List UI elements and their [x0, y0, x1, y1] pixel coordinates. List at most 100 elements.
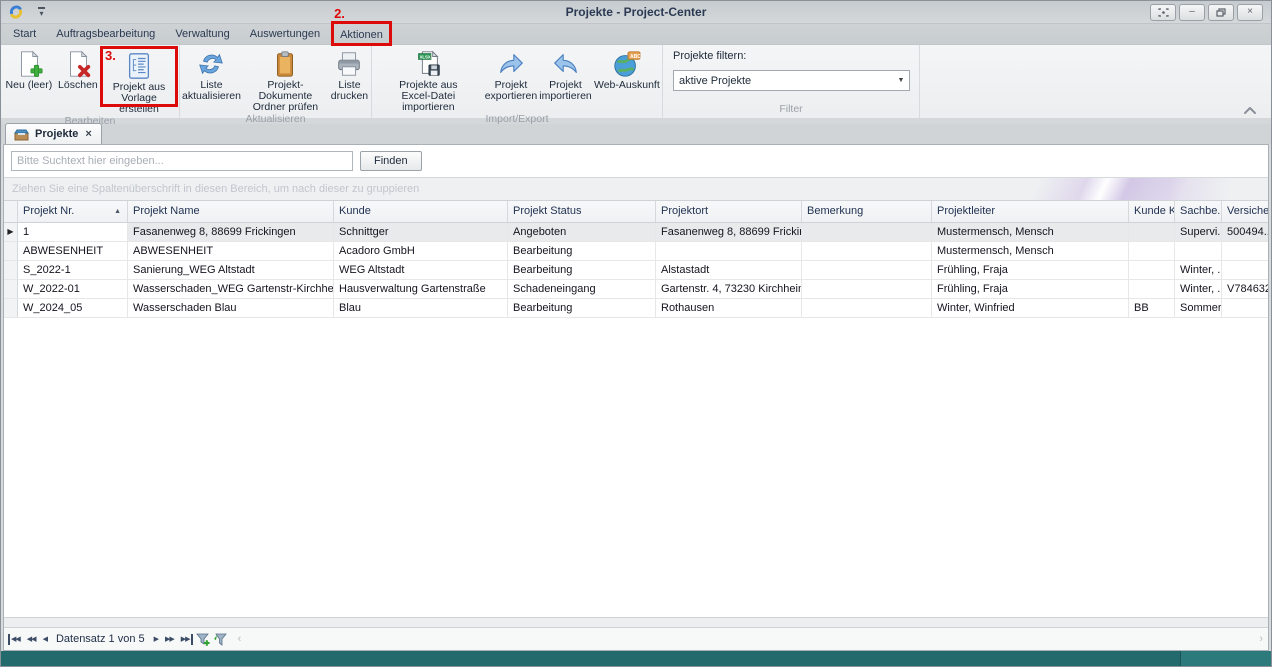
- table-row[interactable]: W_2022-01 Wasserschaden_WEG Gartenstr-Ki…: [4, 280, 1268, 299]
- cell[interactable]: S_2022-1: [18, 261, 128, 279]
- tab-verwaltung[interactable]: Verwaltung: [173, 26, 231, 42]
- nav-next-page-button[interactable]: ▶▶: [163, 634, 176, 645]
- cell[interactable]: Hausverwaltung Gartenstraße: [334, 280, 508, 298]
- table-row[interactable]: ▶ 1 Fasanenweg 8, 88699 Frickingen Schni…: [4, 223, 1268, 242]
- cell[interactable]: [802, 242, 932, 260]
- cell[interactable]: Wasserschaden Blau: [128, 299, 334, 317]
- cell[interactable]: Gartenstr. 4, 73230 Kirchheim: [656, 280, 802, 298]
- filter-add-icon[interactable]: [196, 633, 210, 647]
- filter-dropdown[interactable]: aktive Projekte ▼: [673, 70, 910, 91]
- cell[interactable]: [1129, 242, 1175, 260]
- cell[interactable]: Winter, ...: [1175, 261, 1222, 279]
- column-header-projektort[interactable]: Projektort: [656, 201, 802, 222]
- cell[interactable]: Winter, Winfried: [932, 299, 1129, 317]
- cell[interactable]: [656, 242, 802, 260]
- cell[interactable]: [1129, 261, 1175, 279]
- cell[interactable]: [1222, 299, 1268, 317]
- nav-next-button[interactable]: ▶: [152, 634, 160, 645]
- cell[interactable]: Rothausen: [656, 299, 802, 317]
- cell[interactable]: [1129, 223, 1175, 241]
- column-header-kunde-k[interactable]: Kunde K...: [1129, 201, 1175, 222]
- projekt-dokumente-pruefen-button[interactable]: Projekt-Dokumente Ordner prüfen: [243, 48, 328, 113]
- cell[interactable]: Acadoro GmbH: [334, 242, 508, 260]
- style-selector-button[interactable]: [1150, 4, 1176, 21]
- column-header-sachbe[interactable]: Sachbe...: [1175, 201, 1222, 222]
- cell[interactable]: Supervi...: [1175, 223, 1222, 241]
- cell[interactable]: [1222, 261, 1268, 279]
- close-button[interactable]: ×: [1237, 4, 1263, 21]
- application-window: ▾ Projekte - Project-Center – ×: [0, 0, 1272, 667]
- neu-leer-button[interactable]: Neu (leer): [3, 48, 55, 91]
- liste-aktualisieren-button[interactable]: Liste aktualisieren: [182, 48, 241, 102]
- cell[interactable]: Mustermensch, Mensch: [932, 223, 1129, 241]
- restore-button[interactable]: [1208, 4, 1234, 21]
- cell[interactable]: Bearbeitung: [508, 242, 656, 260]
- column-header-versiche[interactable]: Versiche...: [1222, 201, 1268, 222]
- table-row[interactable]: ABWESENHEIT ABWESENHEIT Acadoro GmbH Bea…: [4, 242, 1268, 261]
- nav-prev-button[interactable]: ◀: [41, 634, 49, 645]
- cell[interactable]: V784632: [1222, 280, 1268, 298]
- cell[interactable]: [1129, 280, 1175, 298]
- cell[interactable]: Fasanenweg 8, 88699 Frickingen: [128, 223, 334, 241]
- cell[interactable]: Bearbeitung: [508, 299, 656, 317]
- cell[interactable]: [1222, 242, 1268, 260]
- cell[interactable]: Schnittger: [334, 223, 508, 241]
- cell[interactable]: Bearbeitung: [508, 261, 656, 279]
- cell[interactable]: Sommer...: [1175, 299, 1222, 317]
- cell[interactable]: Wasserschaden_WEG Gartenstr-Kirchheim: [128, 280, 334, 298]
- cell[interactable]: 500494...: [1222, 223, 1268, 241]
- cell[interactable]: [1175, 242, 1222, 260]
- cell[interactable]: ABWESENHEIT: [128, 242, 334, 260]
- excel-import-button[interactable]: XLSX Projekte aus Excel-Datei importiere…: [374, 48, 483, 113]
- cell[interactable]: Frühling, Fraja: [932, 261, 1129, 279]
- cell[interactable]: Frühling, Fraja: [932, 280, 1129, 298]
- tab-auftragsbearbeitung[interactable]: Auftragsbearbeitung: [54, 26, 157, 42]
- column-header-bemerkung[interactable]: Bemerkung: [802, 201, 932, 222]
- cell[interactable]: [802, 280, 932, 298]
- minimize-button[interactable]: –: [1179, 4, 1205, 21]
- column-header-kunde[interactable]: Kunde: [334, 201, 508, 222]
- column-header-projekt-status[interactable]: Projekt Status: [508, 201, 656, 222]
- cell[interactable]: W_2022-01: [18, 280, 128, 298]
- cell[interactable]: [802, 223, 932, 241]
- cell[interactable]: Winter, ...: [1175, 280, 1222, 298]
- projekt-importieren-button[interactable]: Projekt importieren: [539, 48, 592, 102]
- cell[interactable]: Alstastadt: [656, 261, 802, 279]
- tab-aktionen[interactable]: Aktionen: [338, 27, 385, 43]
- cell[interactable]: ABWESENHEIT: [18, 242, 128, 260]
- column-header-projekt-name[interactable]: Projekt Name: [128, 201, 334, 222]
- cell[interactable]: Sanierung_WEG Altstadt: [128, 261, 334, 279]
- table-row[interactable]: W_2024_05 Wasserschaden Blau Blau Bearbe…: [4, 299, 1268, 318]
- find-button[interactable]: Finden: [360, 151, 422, 171]
- cell[interactable]: BB: [1129, 299, 1175, 317]
- cell[interactable]: [802, 261, 932, 279]
- search-input[interactable]: [11, 151, 353, 171]
- nav-last-button[interactable]: ▶▶: [179, 634, 193, 645]
- cell[interactable]: Schadeneingang: [508, 280, 656, 298]
- tab-close-icon[interactable]: ×: [84, 128, 92, 140]
- cell[interactable]: WEG Altstadt: [334, 261, 508, 279]
- group-by-panel[interactable]: Ziehen Sie eine Spaltenüberschrift in di…: [4, 177, 1268, 201]
- nav-prev-page-button[interactable]: ◀◀: [25, 634, 38, 645]
- collapse-ribbon-icon[interactable]: [1243, 105, 1257, 115]
- cell[interactable]: [802, 299, 932, 317]
- filter-edit-icon[interactable]: [213, 633, 227, 647]
- column-header-projekt-nr[interactable]: ▲ Projekt Nr.: [18, 201, 128, 222]
- web-auskunft-button[interactable]: ABC Web-Auskunft: [594, 48, 660, 91]
- projekt-exportieren-button[interactable]: Projekt exportieren: [485, 48, 538, 102]
- loeschen-button[interactable]: Löschen: [57, 48, 99, 91]
- column-header-projektleiter[interactable]: Projektleiter: [932, 201, 1129, 222]
- hscroll-right-arrow[interactable]: ›: [1259, 634, 1263, 645]
- nav-first-button[interactable]: ◀◀: [8, 634, 22, 645]
- tab-start[interactable]: Start: [11, 26, 38, 42]
- cell[interactable]: Angeboten: [508, 223, 656, 241]
- cell[interactable]: 1: [18, 223, 128, 241]
- table-row[interactable]: S_2022-1 Sanierung_WEG Altstadt WEG Alts…: [4, 261, 1268, 280]
- hscroll-left-arrow[interactable]: ‹: [238, 634, 242, 645]
- cell[interactable]: W_2024_05: [18, 299, 128, 317]
- tab-auswertungen[interactable]: Auswertungen: [248, 26, 322, 42]
- cell[interactable]: Fasanenweg 8, 88699 Frickingen: [656, 223, 802, 241]
- liste-drucken-button[interactable]: Liste drucken: [330, 48, 369, 102]
- cell[interactable]: Mustermensch, Mensch: [932, 242, 1129, 260]
- cell[interactable]: Blau: [334, 299, 508, 317]
